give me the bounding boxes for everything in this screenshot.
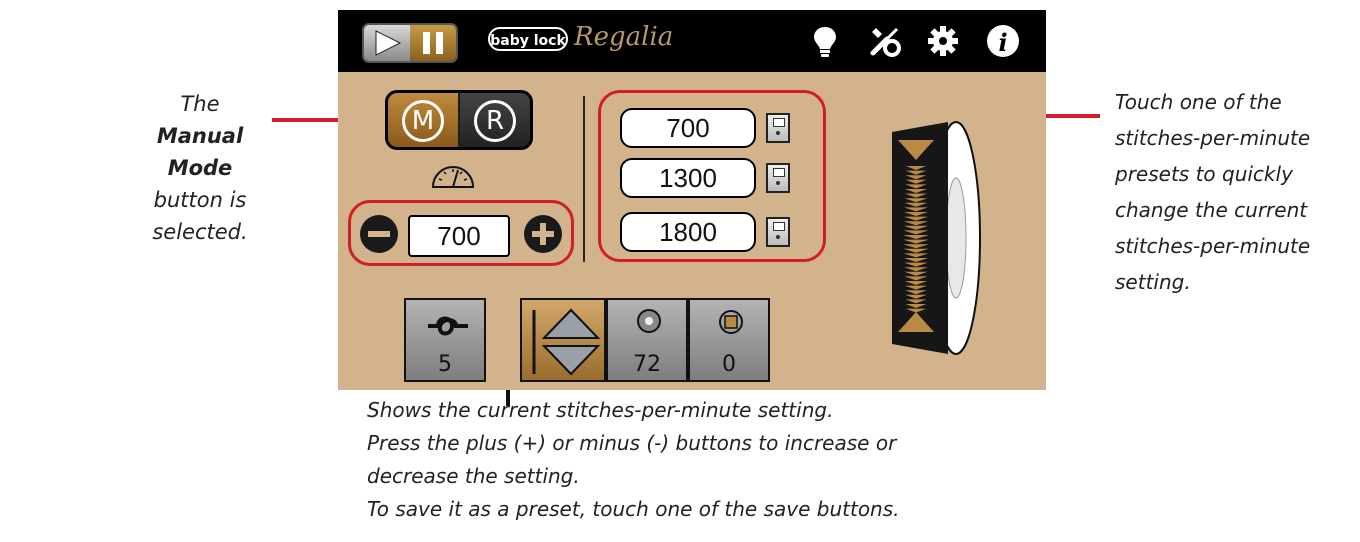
manual-mode-annotation-bold: Manual Mode: [156, 124, 244, 180]
tie-off-tile[interactable]: 5: [404, 298, 486, 382]
play-icon: [375, 30, 402, 56]
spm-annotation-line: Press the plus (+) or minus (-) buttons …: [367, 431, 897, 455]
bobbin-icon: [637, 309, 661, 333]
needle-position-tile[interactable]: [520, 298, 606, 382]
spm-annotation-line: To save it as a preset, touch one of the…: [367, 497, 900, 521]
spm-annotation-line: Shows the current stitches-per-minute se…: [367, 398, 834, 422]
divider: [583, 96, 585, 262]
brand-logo: baby lock: [488, 27, 568, 51]
spm-control-highlight: [348, 200, 574, 266]
top-bar: baby lock Regalia i: [338, 10, 1046, 72]
model-name: Regalia: [574, 22, 674, 52]
speedometer-icon: [431, 166, 475, 188]
thread-count: 0: [722, 352, 736, 377]
knot-icon: [428, 316, 468, 336]
svg-text:i: i: [998, 28, 1007, 57]
pause-icon: [423, 32, 443, 54]
mode-spacer: [376, 84, 542, 156]
play-pause-toggle[interactable]: [362, 23, 458, 63]
lightbulb-icon[interactable]: [808, 24, 842, 58]
manual-mode-annotation-suffix: button is selected.: [152, 188, 248, 244]
info-icon[interactable]: i: [986, 24, 1020, 58]
pause-button[interactable]: [410, 25, 456, 61]
bobbin-count: 72: [633, 352, 661, 377]
manual-mode-annotation: The Manual Mode button is selected.: [140, 88, 260, 248]
handwheel[interactable]: [886, 120, 982, 356]
device-screen: baby lock Regalia i M R 700 700 1300 180…: [338, 10, 1046, 390]
tie-off-count: 5: [438, 352, 452, 377]
manual-mode-annotation-prefix: The: [180, 92, 220, 116]
gear-icon[interactable]: [926, 24, 960, 58]
presets-highlight: [598, 90, 826, 262]
spm-annotation: Shows the current stitches-per-minute se…: [367, 394, 1007, 526]
bobbin-tile[interactable]: 72: [606, 298, 688, 382]
play-button[interactable]: [364, 25, 410, 61]
needle-up-down-icon: [532, 308, 601, 376]
tools-icon[interactable]: [868, 24, 902, 58]
spm-annotation-line: decrease the setting.: [367, 464, 580, 488]
thread-spool-icon: [719, 310, 743, 334]
thread-tile[interactable]: 0: [688, 298, 770, 382]
presets-annotation: Touch one of the stitches-per-minute pre…: [1115, 90, 1311, 294]
